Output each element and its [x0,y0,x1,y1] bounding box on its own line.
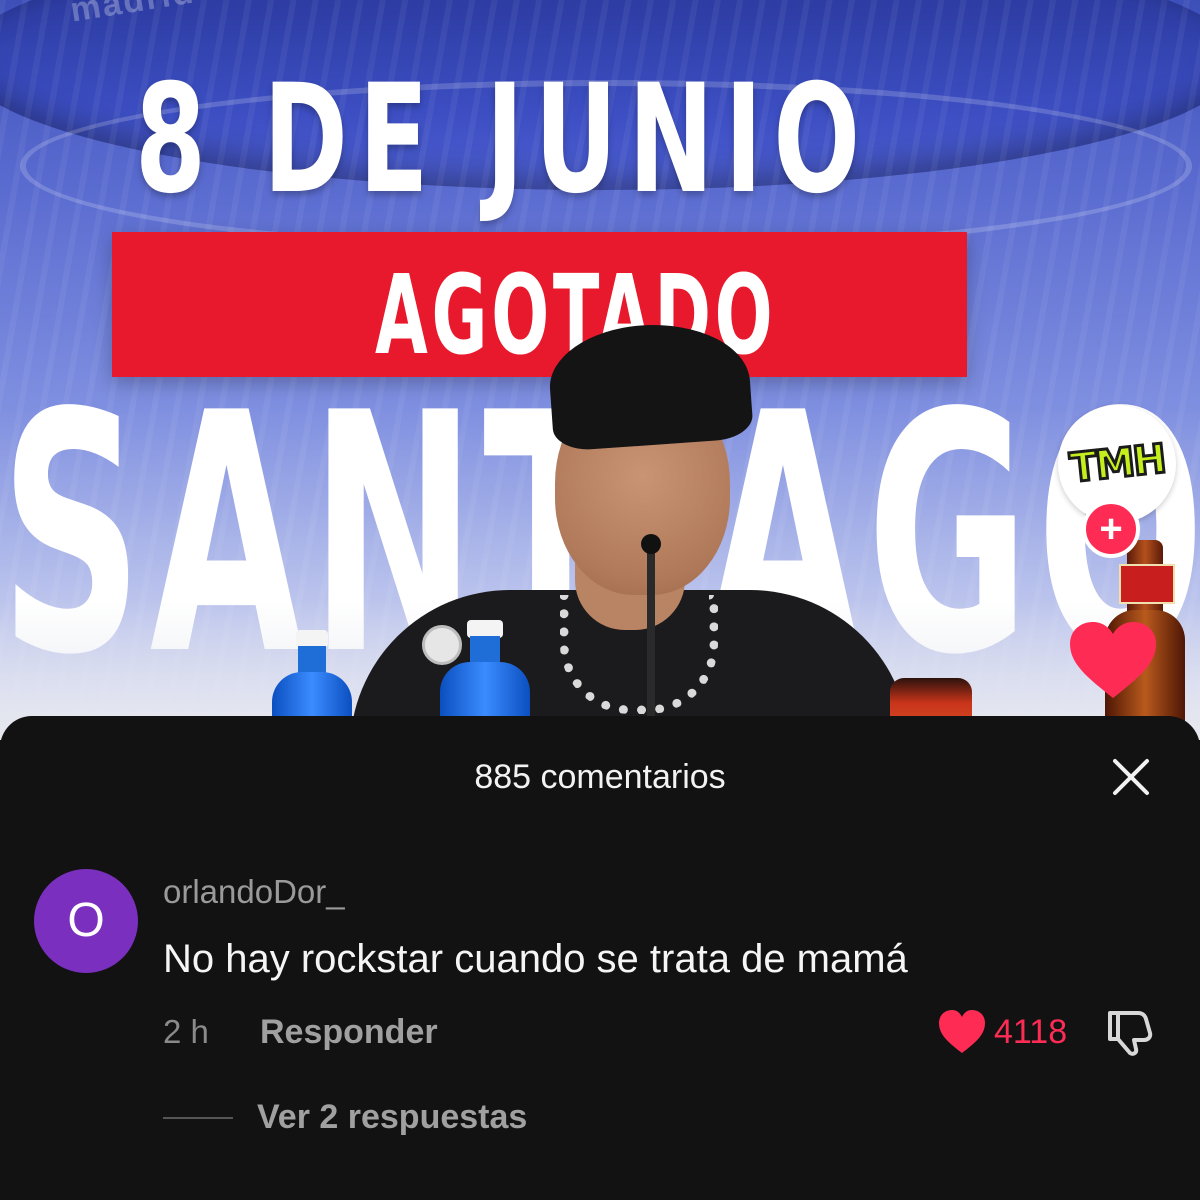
close-button[interactable] [1106,752,1156,802]
video-like-button[interactable] [1068,620,1158,700]
close-icon [1113,759,1149,795]
creator-avatar-logo: TMH [1066,435,1168,494]
speaker [350,318,910,740]
replies-divider [163,1117,233,1119]
view-replies-button[interactable]: Ver 2 respuestas [257,1097,527,1137]
speaker-chain [560,595,718,714]
comment-text: No hay rockstar cuando se trata de mamá [163,937,908,981]
comment-like-count: 4118 [994,1013,1068,1051]
heart-icon [1070,622,1156,698]
commenter-avatar[interactable]: O [34,869,138,973]
heart-icon [939,1010,985,1053]
comment-timestamp: 2 h [163,1013,209,1050]
dislike-button[interactable] [1104,1007,1156,1057]
follow-button[interactable]: + [1082,500,1140,558]
reply-button[interactable]: Responder [260,1012,438,1052]
microphone-icon [641,534,661,554]
plus-icon: + [1099,507,1123,551]
video-player[interactable]: madrid 8 DE JUNIO AGOTADO SANTIAGO BE TM… [0,0,1200,740]
microphone-stand [647,545,655,740]
comments-count-title: 885 comentarios [474,758,726,796]
comment-like-button[interactable] [937,1009,987,1055]
commenter-username[interactable]: orlandoDor_ [163,872,345,912]
thumbs-down-icon [1108,1011,1153,1056]
speaker-hair [546,318,754,452]
event-date-text: 8 DE JUNIO [135,53,871,227]
